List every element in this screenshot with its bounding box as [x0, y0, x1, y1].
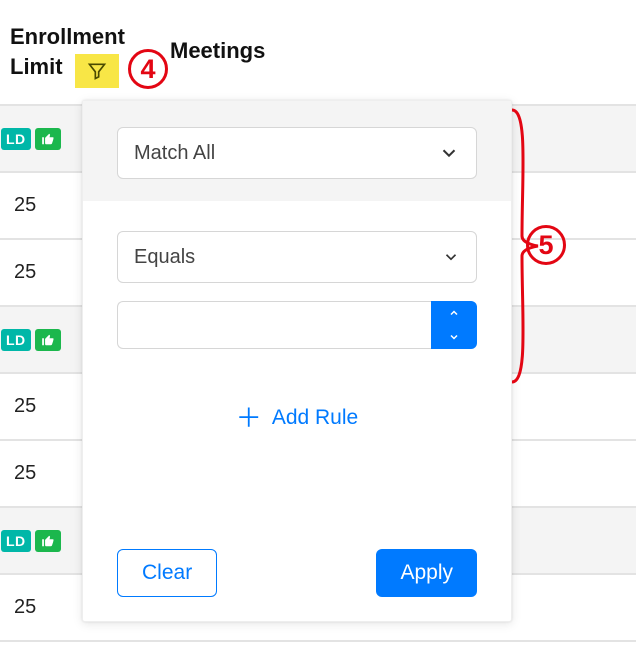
match-mode-label: Match All: [134, 142, 215, 165]
spinner-down-button[interactable]: [431, 325, 477, 349]
chevron-down-icon: [438, 142, 460, 164]
thumbs-up-icon: [35, 128, 61, 150]
annotation-callout-5: 5: [526, 225, 566, 265]
add-rule-label: Add Rule: [272, 406, 358, 430]
match-mode-select[interactable]: Match All: [117, 127, 477, 179]
annotation-callout-4: 4: [128, 49, 168, 89]
filter-popover: Match All Equals: [82, 100, 512, 622]
chevron-down-icon: [442, 248, 460, 266]
column-header-enrollment-limit: Enrollment Limit: [10, 22, 125, 88]
operator-label: Equals: [134, 246, 195, 269]
clear-button[interactable]: Clear: [117, 549, 217, 597]
ld-badge: LD: [1, 128, 31, 150]
filter-value-input[interactable]: [117, 301, 431, 349]
spinner-up-button[interactable]: [431, 301, 477, 325]
add-rule-button[interactable]: ＋ Add Rule: [117, 405, 477, 431]
apply-button[interactable]: Apply: [376, 549, 477, 597]
ld-badge: LD: [1, 329, 31, 351]
thumbs-up-icon: [35, 329, 61, 351]
ld-badge: LD: [1, 530, 31, 552]
thumbs-up-icon: [35, 530, 61, 552]
number-spinner: [431, 301, 477, 349]
plus-icon: ＋: [236, 405, 262, 431]
operator-select[interactable]: Equals: [117, 231, 477, 283]
column-header-meetings: Meetings: [170, 38, 265, 64]
filter-icon[interactable]: [75, 54, 119, 88]
